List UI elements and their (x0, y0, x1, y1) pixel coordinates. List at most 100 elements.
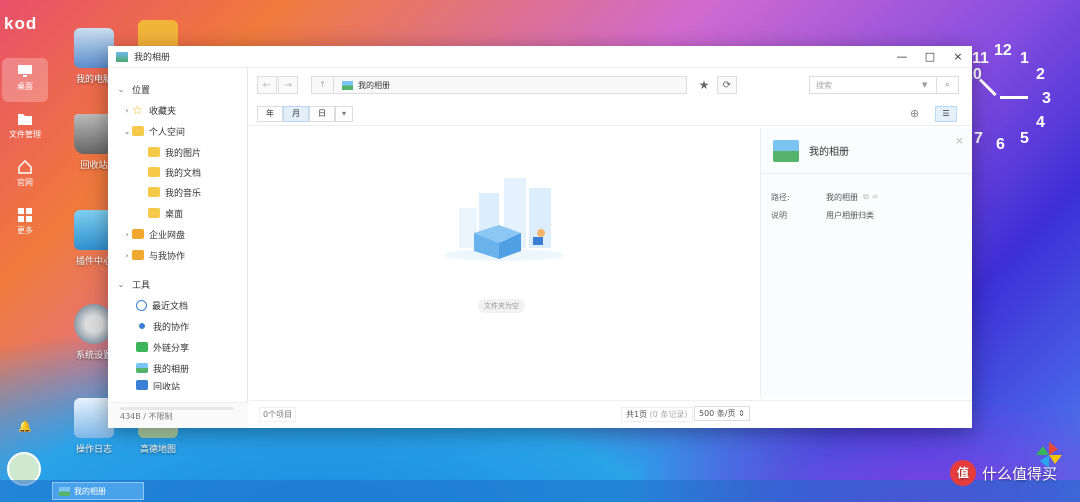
folder-icon (148, 208, 160, 218)
clock-icon (136, 299, 147, 311)
info-desc-label: 说明 (771, 211, 787, 220)
dock-item-website[interactable]: 官网 (2, 154, 48, 198)
sidebar-item-external-share[interactable]: 外链分享 (136, 338, 189, 356)
link-icon[interactable]: ∞ (872, 192, 879, 203)
sidebar-item-my-collab[interactable]: 我的协作 (136, 317, 189, 335)
folder-icon (148, 187, 160, 197)
clock-number: 12 (994, 42, 1012, 59)
view-bar: 年 月 日 ▾ ⊕ ☰ (249, 104, 972, 126)
sidebar-item-recycle-bin[interactable]: 回收站 (136, 380, 180, 390)
star-icon: ☆ (132, 103, 143, 117)
chevron-right-icon: › (125, 229, 129, 239)
clock-number: 6 (996, 136, 1005, 153)
pagination-info: 共1页 (0 条记录) (621, 407, 693, 422)
picture-icon (136, 363, 148, 373)
copy-icon[interactable]: ⧉ (863, 192, 869, 203)
minimize-button[interactable]: — (888, 46, 916, 68)
kod-logo: kod (4, 14, 38, 33)
info-desc-value: 用户相册归类 (826, 211, 874, 220)
window-titlebar[interactable]: 我的相册 — □ × (108, 46, 972, 68)
clock-number: 4 (1036, 114, 1045, 131)
album-icon (773, 139, 799, 162)
view-dropdown[interactable]: ▾ (335, 106, 353, 122)
chevron-down-icon: ⌄ (117, 279, 125, 289)
bell-icon[interactable]: 🔔 (18, 420, 32, 433)
sidebar-item-enterprise-disk[interactable]: › 企业网盘 (122, 225, 185, 243)
search-icon[interactable]: ⌕ (936, 77, 958, 93)
empty-folder-text: 文件夹为空 (478, 299, 525, 313)
star-icon[interactable]: ★ (694, 76, 714, 94)
sidebar-item-my-documents[interactable]: 我的文档 (148, 163, 201, 181)
desktop-icon-label: 操作日志 (75, 445, 112, 455)
chevron-down-icon[interactable]: ▼ (922, 81, 936, 89)
info-path-label: 路径: (771, 193, 790, 202)
sidebar-section-tools[interactable]: ⌄ 工具 (116, 275, 150, 293)
maximize-button[interactable]: □ (916, 46, 944, 68)
grid-icon (18, 208, 32, 222)
sidebar-item-personal-space[interactable]: ⌄ 个人空间 (122, 122, 185, 140)
tab-month[interactable]: 月 (283, 106, 309, 122)
taskbar: 我的相册 (0, 480, 1080, 502)
zoom-icon[interactable]: ⊕ (910, 107, 919, 120)
share-nodes-icon (136, 321, 148, 331)
sidebar-item-favorites[interactable]: › ☆ 收藏夹 (122, 101, 176, 119)
sidebar-item-shared-with-me[interactable]: › 与我协作 (122, 246, 185, 264)
status-bar: 0个项目 共1页 (0 条记录) 500 条/页 ⇕ (249, 400, 972, 428)
file-content-area[interactable]: 文件夹为空 (249, 128, 759, 398)
dock-item-desktop[interactable]: 桌面 (2, 58, 48, 102)
clock-number: 7 (974, 130, 983, 147)
chevron-down-icon: ⌄ (123, 126, 131, 136)
chevron-right-icon: › (125, 250, 129, 260)
info-header: 我的相册 × (761, 128, 972, 174)
chevron-updown-icon: ⇕ (738, 409, 745, 418)
album-icon (116, 51, 128, 62)
folder-icon (148, 147, 160, 157)
per-page-select[interactable]: 500 条/页 ⇕ (694, 406, 750, 421)
tab-day[interactable]: 日 (309, 106, 335, 122)
storage-usage: 434B / 不限制 (120, 412, 173, 421)
info-row-path: 路径: 我的相册 ⧉ ∞ (771, 192, 878, 203)
refresh-icon[interactable]: ⟳ (717, 76, 737, 94)
dock-label: 文件管理 (9, 130, 41, 139)
info-row-desc: 说明 用户相册归类 (771, 210, 874, 221)
sidebar-item-my-album[interactable]: 我的相册 (136, 359, 189, 377)
sidebar-item-my-music[interactable]: 我的音乐 (148, 183, 201, 201)
clock-number: 2 (1036, 66, 1045, 83)
items-count: 0个项目 (259, 407, 297, 422)
tab-year[interactable]: 年 (257, 106, 283, 122)
watermark-badge: 值 (950, 460, 976, 486)
sidebar-section-location[interactable]: ⌄ 位置 (116, 80, 150, 98)
enterprise-folder-icon (132, 229, 144, 239)
back-button[interactable]: ← (257, 76, 277, 94)
clock-hand (978, 78, 997, 97)
chevron-down-icon: ⌄ (117, 84, 125, 94)
clock-number: 5 (1020, 130, 1029, 147)
dock-label: 官网 (17, 178, 33, 187)
dock-item-file-manager[interactable]: 文件管理 (2, 106, 48, 150)
clock-number: 1 (1020, 50, 1029, 67)
search-input[interactable]: 搜索 ▼ ⌕ (809, 76, 959, 94)
up-arrow-icon[interactable]: ↑ (312, 77, 334, 93)
empty-folder-illustration (444, 178, 564, 261)
info-title: 我的相册 (809, 147, 849, 158)
desktop-icon-label: 插件中心 (75, 257, 112, 267)
home-folder-icon (132, 126, 144, 136)
sidebar-item-my-pictures[interactable]: 我的图片 (148, 143, 201, 161)
trash-icon (136, 380, 148, 390)
picture-icon (59, 486, 70, 496)
path-bar[interactable]: ↑ 我的相册 (311, 76, 687, 94)
forward-button[interactable]: → (278, 76, 298, 94)
clock-number: 3 (1042, 90, 1051, 107)
taskbar-window-album[interactable]: 我的相册 (52, 482, 144, 500)
picture-icon (342, 80, 353, 90)
info-path-value[interactable]: 我的相册 (826, 192, 858, 203)
dock-item-more[interactable]: 更多 (2, 202, 48, 246)
sidebar-item-desktop[interactable]: 桌面 (148, 204, 183, 222)
close-icon[interactable]: × (955, 134, 964, 147)
close-button[interactable]: × (944, 46, 972, 68)
sidebar-item-recent-docs[interactable]: 最近文档 (136, 296, 188, 314)
watermark-text: 什么值得买 (982, 464, 1058, 483)
path-segment[interactable]: 我的相册 (358, 80, 390, 91)
desktop-icon-label: 回收站 (80, 161, 108, 171)
list-view-icon[interactable]: ☰ (935, 106, 957, 122)
